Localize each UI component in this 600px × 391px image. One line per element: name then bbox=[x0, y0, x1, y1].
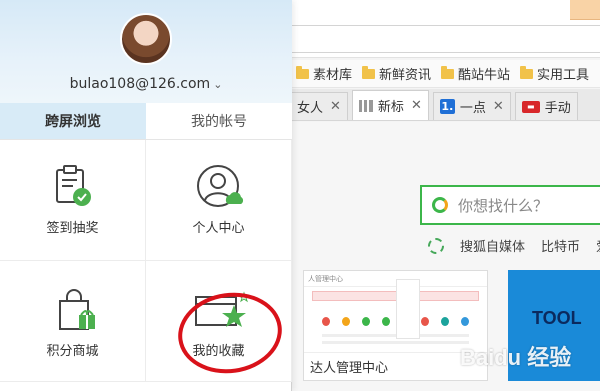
tab-women[interactable]: 女人 ✕ bbox=[290, 92, 348, 120]
close-icon[interactable]: ✕ bbox=[493, 99, 504, 114]
avatar[interactable] bbox=[120, 13, 172, 65]
chevron-down-icon: ⌄ bbox=[213, 78, 223, 91]
tab-my-account[interactable]: 我的帐号 bbox=[146, 103, 292, 139]
tab-label: 跨屏浏览 bbox=[45, 114, 101, 130]
quick-link[interactable]: 搜狐自媒体 bbox=[460, 236, 525, 255]
menu-item-personal-center[interactable]: 个人中心 bbox=[146, 140, 292, 261]
number-one-icon: 1. bbox=[439, 99, 455, 114]
account-header: bulao108@126.com ⌄ bbox=[0, 0, 292, 103]
tab-new[interactable]: 新标 ✕ bbox=[351, 90, 429, 120]
account-tabs: 跨屏浏览 我的帐号 bbox=[0, 103, 292, 140]
menu-item-label: 个人中心 bbox=[192, 221, 245, 236]
email-text: bulao108@126.com bbox=[69, 76, 211, 92]
user-cloud-icon bbox=[197, 165, 244, 207]
red-logo-icon: ▬ bbox=[521, 100, 540, 113]
menu-item-sign-in[interactable]: 签到抽奖 bbox=[0, 140, 146, 261]
folder-icon bbox=[296, 65, 309, 79]
bookmark-item[interactable]: 实用工具 bbox=[520, 64, 589, 83]
folder-icon bbox=[520, 65, 534, 79]
search-placeholder: 你想找什么？ bbox=[458, 196, 549, 215]
folder-icon bbox=[441, 65, 455, 79]
watermark: Baidu 经验 bbox=[460, 345, 572, 370]
bookmark-label: 素材库 bbox=[313, 68, 353, 83]
menu-item-points-mall[interactable]: 积分商城 bbox=[0, 261, 146, 382]
folder-icon bbox=[362, 65, 376, 79]
close-icon[interactable]: ✕ bbox=[330, 99, 341, 114]
menu-item-label: 签到抽奖 bbox=[46, 221, 99, 236]
bookmarks-bar: 素材库 新鲜资讯 酷站牛站 实用工具 bbox=[290, 60, 600, 88]
bookmark-item[interactable]: 素材库 bbox=[296, 64, 352, 83]
quick-links: 搜狐自媒体 比特币 爱 bbox=[428, 236, 600, 255]
tab-yidian[interactable]: 1. 一点 ✕ bbox=[432, 92, 511, 120]
bookmark-label: 酷站牛站 bbox=[458, 68, 511, 83]
close-icon[interactable]: ✕ bbox=[411, 98, 422, 113]
grid-icon bbox=[358, 99, 373, 112]
tile-thumb-menu bbox=[396, 279, 420, 339]
bookmark-item[interactable]: 新鲜资讯 bbox=[362, 64, 431, 83]
tab-label: 女人 bbox=[297, 101, 324, 116]
tab-label: 一点 bbox=[459, 101, 486, 116]
tab-label: 新标 bbox=[377, 100, 404, 115]
address-bar[interactable] bbox=[282, 25, 600, 53]
quick-link[interactable]: 比特币 bbox=[541, 236, 580, 255]
clipboard-check-icon bbox=[56, 165, 91, 206]
menu-item-label: 积分商城 bbox=[46, 344, 99, 359]
account-email[interactable]: bulao108@126.com ⌄ bbox=[0, 76, 292, 92]
tab-strip: 女人 ✕ 新标 ✕ 1. 一点 ✕ ▬ 手动 bbox=[290, 89, 600, 121]
search-logo-icon bbox=[432, 197, 448, 213]
tab-manual[interactable]: ▬ 手动 bbox=[514, 92, 578, 120]
bookmark-label: 新鲜资讯 bbox=[379, 68, 432, 83]
search-input[interactable]: 你想找什么？ bbox=[420, 185, 600, 225]
quick-link[interactable]: 爱 bbox=[596, 236, 600, 255]
bookmark-item[interactable]: 酷站牛站 bbox=[441, 64, 510, 83]
window-control[interactable] bbox=[570, 0, 600, 20]
tile-logo-text: TOOL bbox=[532, 308, 582, 328]
shopping-bag-gift-icon bbox=[59, 289, 95, 330]
tab-label: 手动 bbox=[544, 101, 571, 116]
tab-cross-screen[interactable]: 跨屏浏览 bbox=[0, 103, 146, 139]
bookmark-label: 实用工具 bbox=[537, 68, 590, 83]
gear-icon[interactable] bbox=[428, 237, 444, 254]
tab-label: 我的帐号 bbox=[191, 114, 247, 130]
